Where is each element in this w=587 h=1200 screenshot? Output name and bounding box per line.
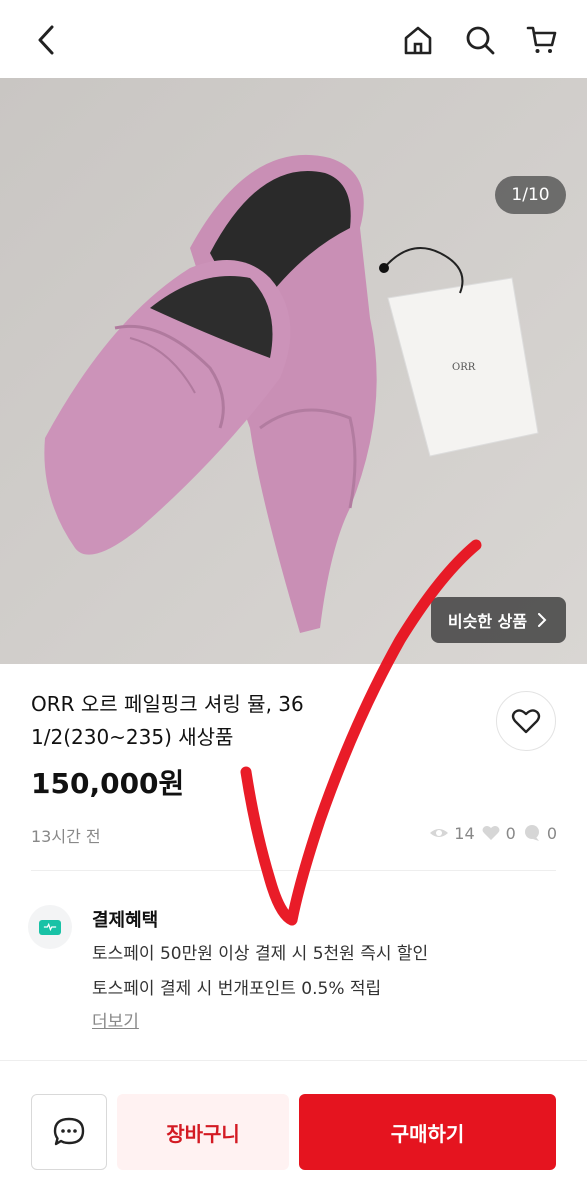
chevron-right-icon — [538, 613, 547, 627]
heart-small-icon — [482, 825, 500, 840]
back-arrow-icon[interactable] — [25, 18, 69, 62]
tag-brand-text: ORR — [452, 362, 476, 373]
benefit-line-2: 토스페이 결제 시 번개포인트 0.5% 적립 — [92, 979, 382, 999]
top-header — [0, 0, 587, 78]
likes-stat: 0 — [481, 823, 516, 843]
views-stat: 14 — [429, 823, 475, 843]
cart-icon[interactable] — [520, 18, 564, 62]
chats-stat: 0 — [522, 823, 557, 843]
divider — [31, 870, 556, 871]
benefit-line-1: 토스페이 50만원 이상 결제 시 5천원 즉시 할인 — [92, 944, 429, 964]
product-price: 150,000원 — [31, 767, 185, 800]
home-icon[interactable] — [396, 18, 440, 62]
search-icon[interactable] — [458, 18, 502, 62]
add-to-cart-button[interactable]: 장바구니 — [117, 1094, 289, 1170]
image-counter: 1/10 — [495, 176, 566, 214]
more-link[interactable]: 더보기 — [92, 1007, 139, 1032]
heart-icon — [511, 709, 541, 734]
similar-products-label: 비슷한 상품 — [447, 612, 528, 631]
similar-products-button[interactable]: 비슷한 상품 — [431, 597, 566, 643]
product-photo: ORR — [0, 78, 587, 664]
chat-icon — [53, 1117, 85, 1146]
product-stats: 14 0 0 — [429, 823, 557, 843]
chat-bubble-icon — [524, 825, 539, 841]
posted-time: 13시간 전 — [31, 827, 101, 846]
product-image[interactable]: ORR 1/10 — [0, 78, 587, 664]
likes-count: 0 — [505, 823, 516, 843]
chat-button[interactable] — [31, 1094, 107, 1170]
product-title: ORR 오르 페일핑크 셔링 뮬, 36 1/2(230~235) 새상품 — [31, 692, 304, 749]
payment-card-icon — [28, 905, 72, 949]
like-button[interactable] — [496, 691, 556, 751]
eye-icon — [430, 829, 449, 837]
chats-count: 0 — [546, 823, 557, 843]
buy-now-button[interactable]: 구매하기 — [299, 1094, 556, 1170]
views-count: 14 — [454, 823, 475, 843]
divider — [0, 1060, 587, 1061]
benefit-title: 결제혜택 — [92, 910, 159, 931]
